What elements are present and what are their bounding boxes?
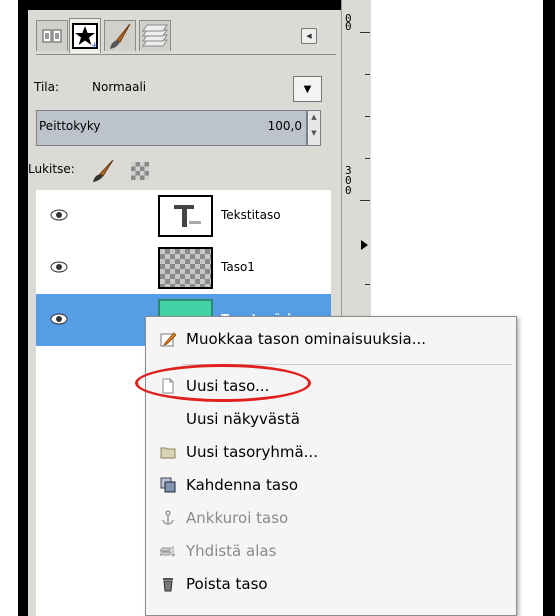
menu-item-label: Poista taso: [186, 575, 268, 593]
ruler-number: 0: [345, 20, 352, 33]
menu-item-new-layer-group[interactable]: Uusi tasoryhmä...: [146, 436, 516, 468]
layer-context-menu: Muokkaa tason ominaisuuksia... Uusi taso…: [145, 316, 517, 616]
ruler-tick: [360, 200, 370, 201]
paintbrush-icon: [110, 23, 131, 49]
eye-icon[interactable]: [50, 312, 68, 326]
tab-underline: [36, 54, 336, 55]
menu-item-duplicate-layer[interactable]: Kahdenna taso: [146, 469, 516, 501]
tab-paint[interactable]: [104, 20, 136, 51]
opacity-field[interactable]: Peittokyky 100,0: [36, 110, 307, 146]
triangle-down-icon: ▼: [303, 83, 312, 95]
ruler-pointer-icon: [361, 240, 368, 250]
mode-dropdown[interactable]: ▼: [293, 76, 322, 102]
spin-up-icon[interactable]: ▲: [309, 113, 319, 127]
menu-item-label: Muokkaa tason ominaisuuksia...: [186, 330, 427, 348]
opacity-value[interactable]: 100,0: [268, 119, 302, 133]
menu-item-anchor-layer[interactable]: Ankkuroi taso: [146, 502, 516, 534]
layers-stack-icon: [142, 24, 168, 47]
lock-pixels-icon[interactable]: [91, 159, 117, 183]
ruler-tick: [365, 158, 370, 159]
tab-brushes[interactable]: +: [69, 18, 101, 53]
menu-item-merge-down[interactable]: Yhdistä alas: [146, 535, 516, 567]
layer-row-tekstitaso[interactable]: Tekstitaso: [36, 190, 331, 242]
svg-text:+: +: [91, 41, 98, 49]
lock-alpha-icon[interactable]: [131, 162, 149, 180]
ruler-tick: [365, 284, 370, 285]
opacity-label: Peittokyky: [39, 119, 101, 133]
tab-layers[interactable]: [139, 20, 171, 51]
text-tool-icon: [174, 205, 201, 227]
mode-value[interactable]: Normaali: [92, 80, 146, 94]
eye-icon[interactable]: [50, 208, 68, 222]
opacity-spinner[interactable]: ▲ ▼: [307, 110, 321, 146]
layer-name[interactable]: Taso1: [221, 260, 255, 274]
lock-label: Lukitse:: [28, 162, 75, 176]
ruler-tick: [365, 74, 370, 75]
menu-item-edit-attributes[interactable]: Muokkaa tason ominaisuuksia...: [146, 323, 516, 355]
channels-icon: [42, 29, 62, 43]
triangle-left-icon: ◀: [306, 32, 312, 40]
menu-item-label: Yhdistä alas: [186, 542, 277, 560]
menu-item-label: Ankkuroi taso: [186, 509, 289, 527]
menu-item-label: Kahdenna taso: [186, 476, 299, 494]
window-border: [543, 0, 555, 616]
folder-icon: [160, 447, 176, 459]
brushes-star-icon: +: [72, 23, 98, 49]
menu-item-label: Uusi näkyvästä: [186, 410, 300, 428]
layer-thumbnail: [158, 247, 213, 289]
eye-icon[interactable]: [50, 260, 68, 274]
ruler-tick: [365, 116, 370, 117]
layer-thumbnail: [158, 195, 213, 237]
merge-down-icon: [160, 546, 176, 557]
ruler-number: 3 0 0: [345, 164, 352, 197]
trash-icon: [163, 578, 173, 592]
highlight-ellipse: [135, 364, 311, 402]
ruler-tick: [360, 32, 370, 33]
menu-item-label: Uusi tasoryhmä...: [186, 443, 318, 461]
duplicate-icon: [160, 477, 176, 493]
layer-row-taso1[interactable]: Taso1: [36, 242, 331, 294]
spin-down-icon[interactable]: ▼: [309, 129, 319, 143]
tab-channels[interactable]: [36, 20, 68, 51]
mode-label: Tila:: [34, 80, 60, 94]
tab-menu-button[interactable]: ◀: [301, 28, 317, 44]
menu-item-new-from-visible[interactable]: Uusi näkyvästä: [146, 403, 516, 435]
layer-name[interactable]: Tekstitaso: [221, 208, 281, 222]
anchor-icon: [162, 510, 174, 525]
menu-item-delete-layer[interactable]: Poista taso: [146, 568, 516, 600]
edit-pencil-icon: [160, 332, 176, 347]
